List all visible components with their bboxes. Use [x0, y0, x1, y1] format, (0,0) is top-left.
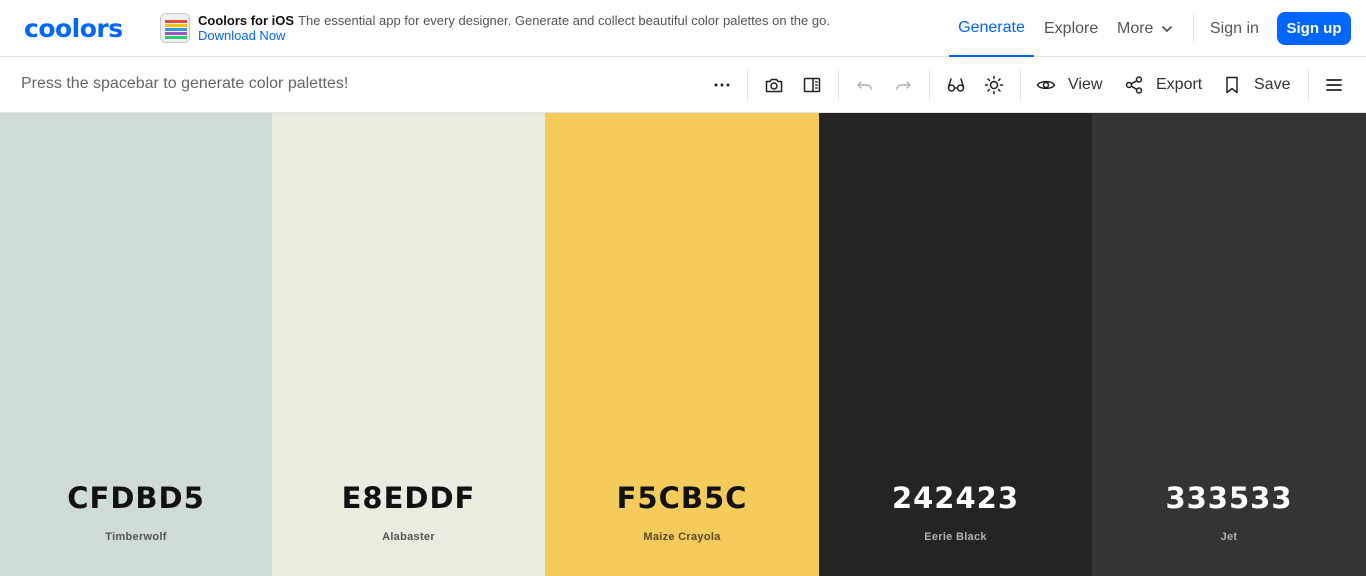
generator-toolbar: Press the spacebar to generate color pal… [0, 57, 1366, 113]
eye-icon [1036, 80, 1056, 90]
view-button[interactable]: View [1036, 67, 1102, 103]
ios-app-promo: Coolors for iOS The essential app for eve… [160, 13, 830, 43]
color-name: Jet [1220, 531, 1238, 543]
nav-generate[interactable]: Generate [949, 0, 1034, 57]
redo-icon [896, 81, 911, 90]
color-swatch[interactable]: F5CB5C Maize Crayola [545, 113, 819, 576]
view-label: View [1068, 76, 1103, 93]
chevron-down-icon [1162, 25, 1173, 32]
color-swatch[interactable]: 242423 Eerie Black [819, 113, 1092, 576]
download-now-link[interactable]: Download Now [198, 28, 830, 43]
color-hex[interactable]: CFDBD5 [0, 481, 272, 515]
color-name: Alabaster [382, 531, 435, 543]
color-hex[interactable]: E8EDDF [272, 481, 545, 515]
nav-more-label: More [1117, 19, 1154, 37]
color-name: Eerie Black [924, 531, 987, 543]
divider [1193, 14, 1194, 43]
color-name: Maize Crayola [643, 531, 721, 543]
camera-icon [765, 78, 783, 93]
bookmark-icon [1226, 76, 1238, 94]
share-icon [1125, 76, 1143, 94]
undo-button[interactable] [847, 67, 883, 103]
top-navbar: coolors Coolors for iOS The essential app… [0, 0, 1366, 57]
side-panel-button[interactable] [794, 67, 830, 103]
undo-icon [857, 81, 872, 90]
save-button[interactable]: Save [1222, 67, 1290, 103]
menu-button[interactable] [1316, 67, 1352, 103]
spacebar-hint: Press the spacebar to generate color pal… [21, 75, 349, 92]
color-name: Timberwolf [105, 531, 167, 543]
glasses-icon [947, 78, 965, 92]
promo-title: Coolors for iOS [198, 13, 295, 28]
color-swatch[interactable]: 333533 Jet [1092, 113, 1366, 576]
color-hex[interactable]: F5CB5C [545, 481, 819, 515]
export-button[interactable]: Export [1124, 67, 1202, 103]
more-options-button[interactable] [704, 67, 740, 103]
menu-icon [1326, 79, 1342, 91]
nav-more[interactable]: More [1117, 0, 1173, 57]
quick-view-button[interactable] [756, 67, 792, 103]
sign-up-button[interactable]: Sign up [1277, 12, 1351, 45]
toolbar-divider [1020, 70, 1021, 100]
adjust-palette-button[interactable] [976, 67, 1012, 103]
color-hex[interactable]: 333533 [1092, 481, 1366, 515]
toolbar-divider [1308, 70, 1309, 100]
color-hex[interactable]: 242423 [819, 481, 1092, 515]
color-palette: CFDBD5 Timberwolf E8EDDF Alabaster F5CB5… [0, 113, 1366, 576]
coolors-logo[interactable]: coolors [24, 14, 123, 43]
export-label: Export [1156, 76, 1203, 93]
nav-explore[interactable]: Explore [1044, 0, 1098, 57]
save-label: Save [1254, 76, 1291, 93]
sun-icon [984, 75, 1004, 95]
toolbar-divider [929, 70, 930, 100]
promo-description: The essential app for every designer. Ge… [298, 13, 830, 28]
toolbar-divider [838, 70, 839, 100]
color-swatch[interactable]: E8EDDF Alabaster [272, 113, 545, 576]
ios-app-icon[interactable] [160, 13, 190, 43]
more-dots-icon [714, 83, 730, 87]
sign-in-link[interactable]: Sign in [1210, 0, 1259, 57]
redo-button[interactable] [885, 67, 921, 103]
side-panel-icon [803, 77, 821, 93]
color-blindness-button[interactable] [938, 67, 974, 103]
toolbar-divider [747, 70, 748, 100]
color-swatch[interactable]: CFDBD5 Timberwolf [0, 113, 272, 576]
